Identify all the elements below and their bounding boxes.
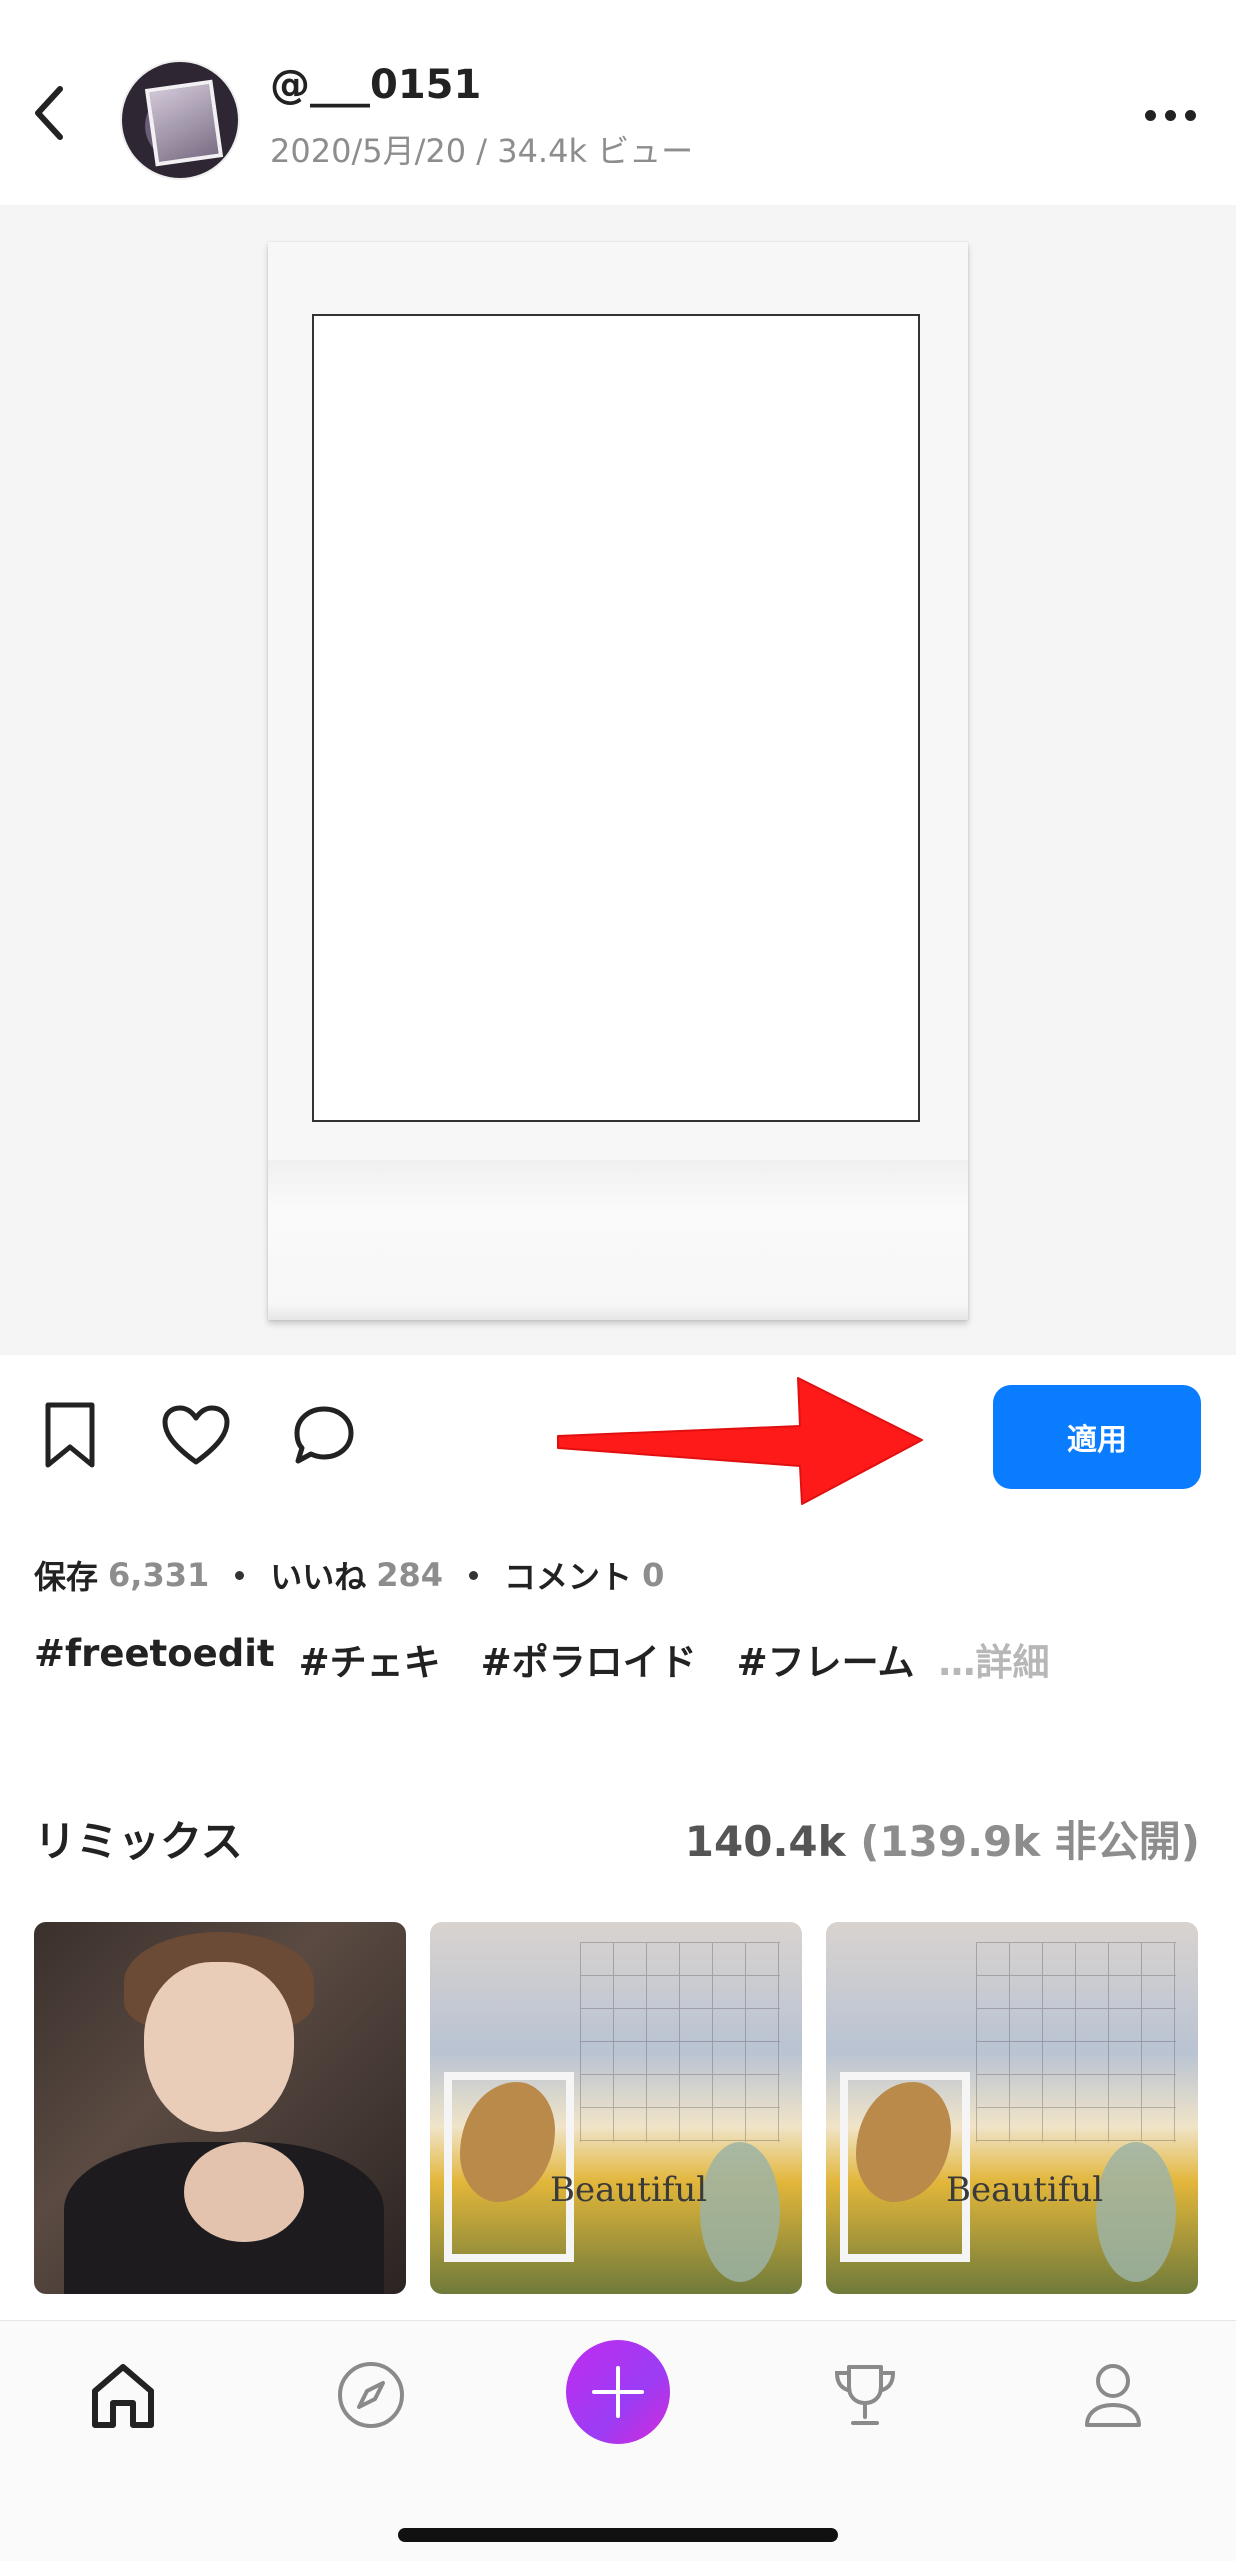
- saves-label: 保存: [34, 1558, 99, 1596]
- hashtag-link[interactable]: #フレーム: [737, 1632, 915, 1686]
- nav-explore[interactable]: [326, 2350, 416, 2440]
- remix-count: 140.4k (139.9k 非公開): [685, 1808, 1200, 1869]
- post-meta: 2020/5月/20 / 34.4k ビュー: [270, 132, 694, 170]
- bookmark-icon: [45, 1402, 95, 1468]
- likes-label: いいね: [270, 1558, 367, 1596]
- username[interactable]: @___0151: [270, 62, 481, 108]
- remix-thumbnail[interactable]: Beautiful: [430, 1922, 802, 2294]
- back-button[interactable]: [20, 78, 80, 148]
- comment-button[interactable]: [288, 1400, 360, 1472]
- thumbnail-caption: Beautiful: [946, 2170, 1104, 2210]
- speech-bubble-icon: [294, 1406, 354, 1464]
- trophy-icon: [834, 2365, 896, 2425]
- profile-icon: [1085, 2364, 1141, 2427]
- remix-thumbnail[interactable]: [34, 1922, 406, 2294]
- home-indicator: [398, 2528, 838, 2542]
- home-icon: [92, 2364, 154, 2428]
- red-arrow-annotation: [557, 1377, 923, 1505]
- compass-icon: [338, 2362, 404, 2428]
- chevron-left-icon: [35, 86, 63, 140]
- comments-count[interactable]: 0: [642, 1556, 664, 1594]
- likes-count[interactable]: 284: [376, 1556, 443, 1594]
- polaroid-photo-window: [312, 314, 920, 1122]
- separator-dot: [235, 1570, 245, 1580]
- create-button[interactable]: [566, 2340, 670, 2444]
- thumbnail-caption: Beautiful: [550, 2170, 708, 2210]
- separator-dot: [469, 1570, 479, 1580]
- saves-count[interactable]: 6,331: [108, 1556, 209, 1594]
- save-button[interactable]: [34, 1400, 106, 1472]
- hashtag-link[interactable]: #ポラロイド: [481, 1632, 697, 1686]
- plus-icon: [592, 2366, 644, 2418]
- nav-home[interactable]: [78, 2350, 168, 2440]
- avatar[interactable]: [120, 60, 240, 180]
- nav-challenges[interactable]: [820, 2350, 910, 2440]
- remix-section-title: リミックス: [34, 1817, 243, 1866]
- remix-thumbnail[interactable]: Beautiful: [826, 1922, 1198, 2294]
- like-button[interactable]: [160, 1400, 232, 1472]
- heart-icon: [162, 1405, 230, 1465]
- show-more-link[interactable]: …詳細: [939, 1632, 1050, 1686]
- hashtag-link[interactable]: #チェキ: [299, 1632, 441, 1686]
- apply-button[interactable]: 適用: [993, 1385, 1201, 1489]
- stats-row: 保存 6,331 いいね 284 コメント 0: [34, 1552, 664, 1598]
- comments-label: コメント: [504, 1558, 633, 1596]
- more-horizontal-icon: [1144, 109, 1156, 121]
- nav-profile[interactable]: [1068, 2350, 1158, 2440]
- hashtag-link[interactable]: #freetoedit: [34, 1632, 275, 1686]
- remix-total: 140.4k: [684, 1817, 846, 1866]
- hashtags-row: #freetoedit #チェキ #ポラロイド #フレーム …詳細: [34, 1632, 1050, 1686]
- more-button[interactable]: [1130, 95, 1210, 135]
- polaroid-bottom-strip: [268, 1160, 968, 1320]
- remix-private-count: (139.9k 非公開): [860, 1817, 1200, 1866]
